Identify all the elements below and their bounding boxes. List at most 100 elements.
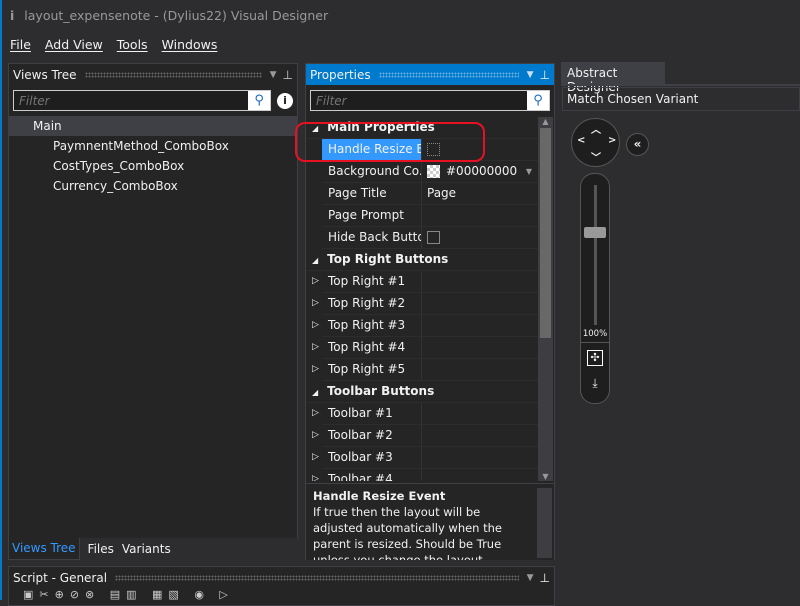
annotation-highlight bbox=[295, 122, 485, 162]
property-name: Top Right #3 bbox=[328, 318, 406, 332]
menu-add-view[interactable]: Add View bbox=[45, 37, 103, 52]
property-value[interactable]: #00000000 ▼ bbox=[422, 161, 538, 182]
properties-filter-input[interactable] bbox=[311, 91, 527, 110]
property-row[interactable]: ▷ Top Right #1 bbox=[312, 271, 538, 293]
property-row[interactable]: ▷ Toolbar #4 bbox=[312, 469, 538, 481]
pan-control[interactable]: ︿ < > ﹀ bbox=[571, 118, 620, 167]
tree-item[interactable]: CostTypes_ComboBox bbox=[9, 156, 297, 176]
info-i-icon: i bbox=[10, 8, 15, 23]
property-name: Hide Back Button bbox=[328, 230, 422, 244]
zoom-level: 100% bbox=[582, 329, 608, 339]
property-name: Toolbar #3 bbox=[328, 450, 393, 464]
property-row[interactable]: Page Title Page bbox=[322, 183, 538, 205]
property-grid: ◢Main PropertiesHandle Resize E...Backgr… bbox=[306, 117, 538, 481]
property-value[interactable] bbox=[422, 293, 538, 314]
views-filter-input[interactable] bbox=[14, 91, 249, 110]
tab-views-tree[interactable]: Views Tree bbox=[8, 538, 80, 560]
window-edge bbox=[0, 0, 2, 600]
menu-bar: File Add View Tools Windows bbox=[10, 37, 217, 52]
dropdown-icon[interactable]: ▼ bbox=[527, 70, 534, 80]
zoom-slider-track[interactable] bbox=[594, 185, 597, 325]
panel-title: Script - General bbox=[13, 570, 108, 585]
pin-icon[interactable]: ⊥ bbox=[283, 68, 293, 82]
property-row[interactable]: ▷ Top Right #4 bbox=[312, 337, 538, 359]
property-name: Background Co... bbox=[328, 164, 422, 178]
property-value[interactable]: Page bbox=[422, 183, 538, 204]
property-category[interactable]: ◢ Top Right Buttons bbox=[306, 249, 538, 271]
description-scrollbar[interactable] bbox=[537, 488, 552, 558]
menu-tools[interactable]: Tools bbox=[117, 37, 148, 52]
property-name: Toolbar #4 bbox=[328, 472, 393, 481]
zoom-control: 100% ✣ ⤓ bbox=[580, 173, 610, 404]
script-toolbar[interactable]: ▣✂⊕⊘⊗ ▤▥ ▦▧ ◉ ▷ bbox=[9, 588, 554, 601]
color-value: #00000000 bbox=[446, 164, 518, 178]
property-value[interactable] bbox=[422, 359, 538, 380]
value-text: Page bbox=[427, 186, 457, 200]
info-icon[interactable]: i bbox=[277, 92, 293, 109]
variant-selector[interactable]: Match Chosen Variant bbox=[562, 87, 800, 111]
arrow-right-icon[interactable]: > bbox=[608, 135, 616, 146]
arrow-left-icon[interactable]: < bbox=[577, 135, 585, 146]
property-value[interactable] bbox=[422, 271, 538, 292]
dropdown-icon[interactable]: ▼ bbox=[270, 70, 277, 80]
property-value[interactable] bbox=[422, 403, 538, 424]
property-value[interactable] bbox=[422, 447, 538, 468]
property-value[interactable] bbox=[422, 337, 538, 358]
property-value[interactable] bbox=[422, 227, 538, 248]
property-name: Toolbar #2 bbox=[328, 428, 393, 442]
tab-files[interactable]: Files bbox=[88, 542, 114, 556]
property-name: Page Title bbox=[328, 186, 387, 200]
tree-item-main[interactable]: Main bbox=[9, 116, 297, 136]
properties-header: Properties ▼ ⊥ bbox=[306, 64, 554, 85]
collapse-triangle-icon[interactable]: ◢ bbox=[312, 388, 318, 397]
property-row[interactable]: ▷ Top Right #2 bbox=[312, 293, 538, 315]
menu-file[interactable]: File bbox=[10, 37, 31, 52]
property-row[interactable]: ▷ Top Right #3 bbox=[312, 315, 538, 337]
property-name: Toolbar #1 bbox=[328, 406, 393, 420]
pin-icon[interactable]: ⊥ bbox=[540, 68, 550, 82]
arrow-up-icon[interactable]: ︿ bbox=[591, 121, 601, 136]
property-value[interactable] bbox=[422, 469, 538, 481]
tab-variants[interactable]: Variants bbox=[122, 542, 171, 556]
dropdown-icon[interactable]: ▼ bbox=[527, 573, 534, 583]
property-value[interactable] bbox=[422, 425, 538, 446]
property-row[interactable]: ▷ Toolbar #2 bbox=[312, 425, 538, 447]
pin-icon[interactable]: ⊥ bbox=[540, 571, 550, 585]
property-row[interactable]: Hide Back Button bbox=[322, 227, 538, 249]
properties-filter[interactable]: ⚲ bbox=[310, 90, 550, 111]
property-name: Top Right #1 bbox=[328, 274, 406, 288]
download-icon[interactable]: ⤓ bbox=[587, 376, 603, 390]
fit-icon[interactable]: ✣ bbox=[587, 350, 603, 366]
menu-windows[interactable]: Windows bbox=[162, 37, 218, 52]
panel-title: Properties bbox=[310, 67, 371, 82]
panel-title: Views Tree bbox=[13, 67, 77, 82]
property-row[interactable]: Background Co... #00000000 ▼ bbox=[322, 161, 538, 183]
property-grid-scrollbar[interactable]: ▲ ▼ bbox=[538, 117, 553, 481]
property-row[interactable]: ▷ Toolbar #3 bbox=[312, 447, 538, 469]
collapse-icon[interactable]: « bbox=[626, 133, 649, 156]
property-row[interactable]: ▷ Top Right #5 bbox=[312, 359, 538, 381]
description-title: Handle Resize Event bbox=[313, 489, 446, 503]
views-filter[interactable]: ⚲ bbox=[13, 90, 272, 111]
collapse-triangle-icon[interactable]: ◢ bbox=[312, 256, 318, 265]
property-row[interactable]: ▷ Toolbar #1 bbox=[312, 403, 538, 425]
views-tree-panel: Views Tree ▼ ⊥ ⚲ i Main PaymnentMethod_Com… bbox=[8, 63, 298, 560]
property-row[interactable]: Page Prompt bbox=[322, 205, 538, 227]
views-tree-header: Views Tree ▼ ⊥ bbox=[9, 64, 297, 85]
window-title: i layout_expensenote - (Dylius22) Visual … bbox=[10, 8, 328, 23]
search-icon[interactable]: ⚲ bbox=[248, 91, 271, 110]
property-value[interactable] bbox=[422, 205, 538, 226]
property-name: Top Right #4 bbox=[328, 340, 406, 354]
property-name: Top Right #2 bbox=[328, 296, 406, 310]
tree-item[interactable]: PaymnentMethod_ComboBox bbox=[9, 136, 297, 156]
tree-item[interactable]: Currency_ComboBox bbox=[9, 176, 297, 196]
dropdown-icon[interactable]: ▼ bbox=[526, 161, 532, 182]
checkbox[interactable] bbox=[427, 231, 440, 244]
property-category[interactable]: ◢ Toolbar Buttons bbox=[306, 381, 538, 403]
tab-abstract-designer[interactable]: Abstract Designer bbox=[561, 62, 665, 94]
arrow-down-icon[interactable]: ﹀ bbox=[591, 149, 601, 164]
zoom-slider-thumb[interactable] bbox=[584, 227, 606, 238]
property-value[interactable] bbox=[422, 315, 538, 336]
search-icon[interactable]: ⚲ bbox=[527, 91, 549, 110]
description-pane: Handle Resize Event If true then the lay… bbox=[306, 483, 554, 560]
